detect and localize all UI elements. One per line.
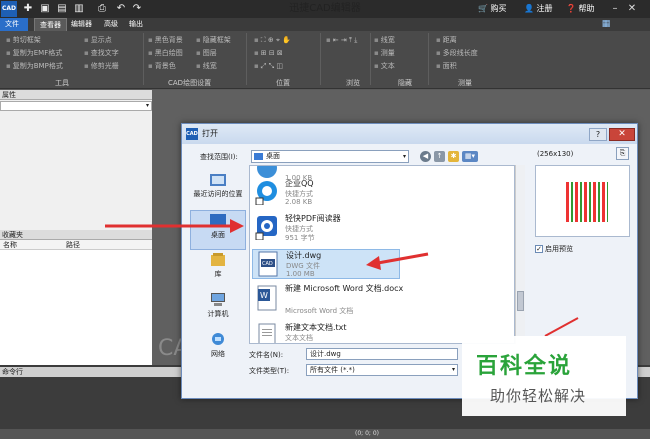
baike-subtitle: 助你轻松解决 [490,387,587,405]
arrowhead-icon [366,256,381,270]
baike-title: 百科全说 [476,354,573,379]
arrowhead-icon [230,219,244,233]
arrow-to-file [377,252,429,265]
arrow-to-open [544,317,579,337]
